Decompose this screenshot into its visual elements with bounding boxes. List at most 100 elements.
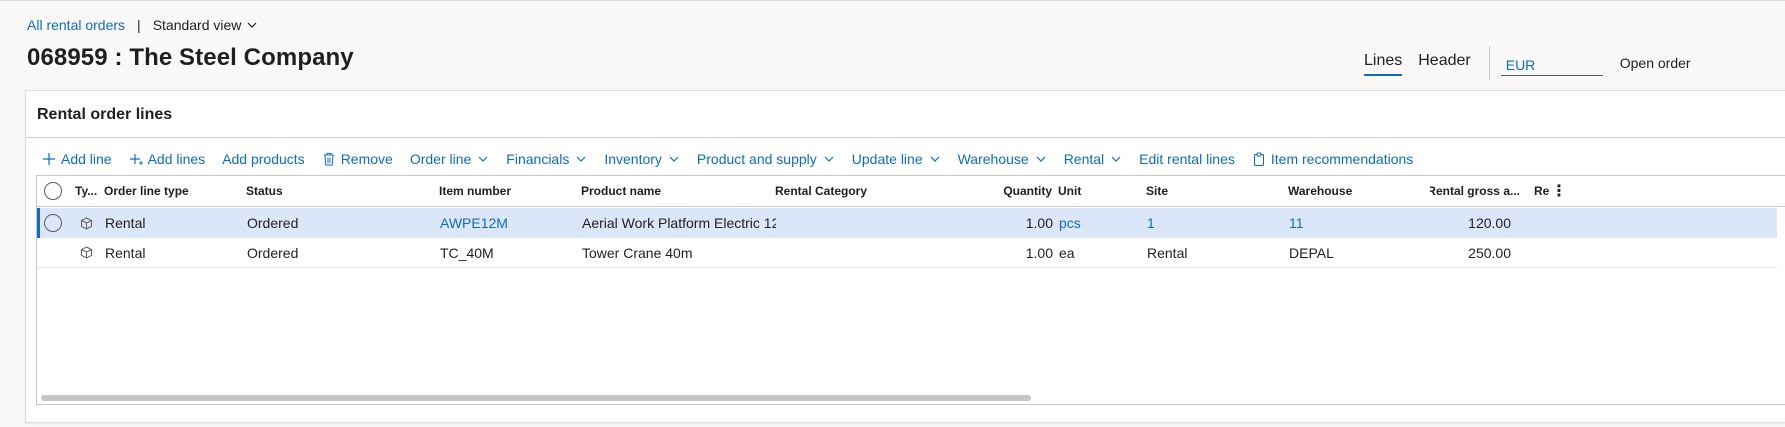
cell-rental-category [776,238,956,267]
rental-label: Rental [1063,151,1105,167]
page-title: 068959 : The Steel Company [27,44,354,71]
view-selector-label: Standard view [152,17,242,33]
cell-unit-link[interactable]: pcs [1059,208,1139,238]
item-recommendations-label: Item recommendations [1270,151,1414,167]
warehouse-menu[interactable]: Warehouse [958,151,1047,167]
breadcrumb: All rental orders | Standard view [27,15,258,35]
column-header-unit[interactable]: Unit [1058,176,1138,206]
cell-site-link[interactable]: 1 [1147,208,1287,238]
header-divider [1488,46,1490,80]
add-line-button[interactable]: Add line [42,151,112,167]
order-line-label: Order line [409,151,472,167]
inventory-label: Inventory [604,151,662,167]
select-all-radio[interactable] [44,182,62,200]
cell-rental-gross-amount: 120.00 [1468,215,1511,231]
add-lines-button[interactable]: Add lines [129,151,206,167]
rental-menu[interactable]: Rental [1064,151,1122,167]
inventory-menu[interactable]: Inventory [604,151,680,167]
column-header-product-name[interactable]: Product name [581,176,771,206]
table-row[interactable]: Rental Ordered TC_40M Tower Crane 40m 1.… [37,238,1777,268]
section-divider [26,137,1785,138]
cell-rental-category [776,208,956,238]
column-header-type[interactable]: Ty... [75,176,105,206]
chevron-down-icon [477,153,489,165]
add-line-label: Add line [61,151,112,167]
column-header-truncated[interactable]: Re [1534,176,1552,206]
cell-quantity: 1.00 [1025,244,1053,261]
order-line-menu[interactable]: Order line [410,151,489,167]
vertical-ellipsis-icon: ⋮ [1552,181,1566,201]
order-status: Open order [1619,55,1691,71]
lines-toolbar: Add line Add lines Add products Remove O… [42,146,1430,172]
cell-product-name: Aerial Work Platform Electric 12M [582,215,776,231]
currency-field[interactable] [1500,50,1603,76]
remove-button[interactable]: Remove [322,151,393,167]
clipboard-icon [1252,152,1266,166]
column-header-order-line-type[interactable]: Order line type [104,176,244,206]
select-all-cell [44,176,64,206]
cell-warehouse: DEPAL [1289,244,1334,261]
cell-order-line-type: Rental [105,244,146,261]
breadcrumb-all-rental-orders-link[interactable]: All rental orders [27,17,125,33]
row-select-cell [44,208,64,238]
cell-status: Ordered [247,244,299,261]
chevron-down-icon [1035,153,1047,165]
cell-quantity: 1.00 [1025,215,1053,231]
section-title: Rental order lines [37,106,173,123]
plus-icon [42,152,56,166]
column-options-button[interactable]: ⋮ [1552,176,1566,206]
chevron-down-icon [1110,153,1122,165]
product-and-supply-label: Product and supply [696,151,817,167]
column-header-status[interactable]: Status [246,176,426,206]
cell-site: Rental [1147,244,1188,261]
update-line-menu[interactable]: Update line [852,151,941,167]
table-row[interactable]: Rental Ordered AWPE12M Aerial Work Platf… [37,208,1777,238]
edit-rental-lines-button[interactable]: Edit rental lines [1139,151,1235,167]
chevron-down-icon [929,153,941,165]
trash-icon [322,152,336,166]
column-header-rental-category[interactable]: Rental Category [775,176,955,206]
chevron-down-icon [668,153,680,165]
top-border [0,0,1785,1]
column-header-item-number[interactable]: Item number [439,176,579,206]
rental-order-lines-section: Rental order lines Add line Add lines Ad… [25,90,1785,423]
cell-item-number-link[interactable]: AWPE12M [440,208,580,238]
edit-rental-lines-label: Edit rental lines [1139,151,1235,167]
chevron-down-icon [575,153,587,165]
cell-warehouse-link[interactable]: 11 [1289,208,1429,238]
column-header-site[interactable]: Site [1146,176,1286,206]
cell-order-line-type: Rental [105,215,146,231]
cell-rental-gross-amount: 250.00 [1468,244,1511,261]
plus-multiple-icon [129,152,143,166]
financials-menu[interactable]: Financials [506,151,587,167]
box-icon [80,238,96,267]
column-header-quantity[interactable]: Quantity [957,176,1052,206]
breadcrumb-separator: | [137,17,141,33]
grid-header: Ty... Order line type Status Item number… [37,176,1785,207]
chevron-down-icon [246,19,258,31]
cell-unit: ea [1059,244,1075,261]
remove-label: Remove [340,151,393,167]
tab-header[interactable]: Header [1418,50,1470,76]
warehouse-label: Warehouse [957,151,1029,167]
add-lines-label: Add lines [147,151,206,167]
rental-order-lines-grid: Ty... Order line type Status Item number… [36,175,1785,405]
product-and-supply-menu[interactable]: Product and supply [697,151,835,167]
header-controls: Lines Header Open order [1364,46,1691,80]
cell-item-number[interactable]: TC_40M [440,238,580,267]
horizontal-scrollbar-thumb[interactable] [41,395,1031,401]
row-select-radio[interactable] [44,214,62,232]
cell-product-name: Tower Crane 40m [582,244,693,261]
box-icon [80,208,96,238]
tab-lines[interactable]: Lines [1364,50,1403,76]
item-recommendations-button[interactable]: Item recommendations [1252,151,1413,167]
chevron-down-icon [823,153,835,165]
view-selector[interactable]: Standard view [153,17,259,33]
financials-label: Financials [506,151,570,167]
horizontal-scrollbar[interactable] [41,394,1781,402]
column-header-rental-gross-amount[interactable]: Rental gross a... [1430,176,1520,206]
add-products-button[interactable]: Add products [222,151,305,167]
update-line-label: Update line [851,151,923,167]
cell-status: Ordered [247,215,299,231]
column-header-warehouse[interactable]: Warehouse [1288,176,1428,206]
